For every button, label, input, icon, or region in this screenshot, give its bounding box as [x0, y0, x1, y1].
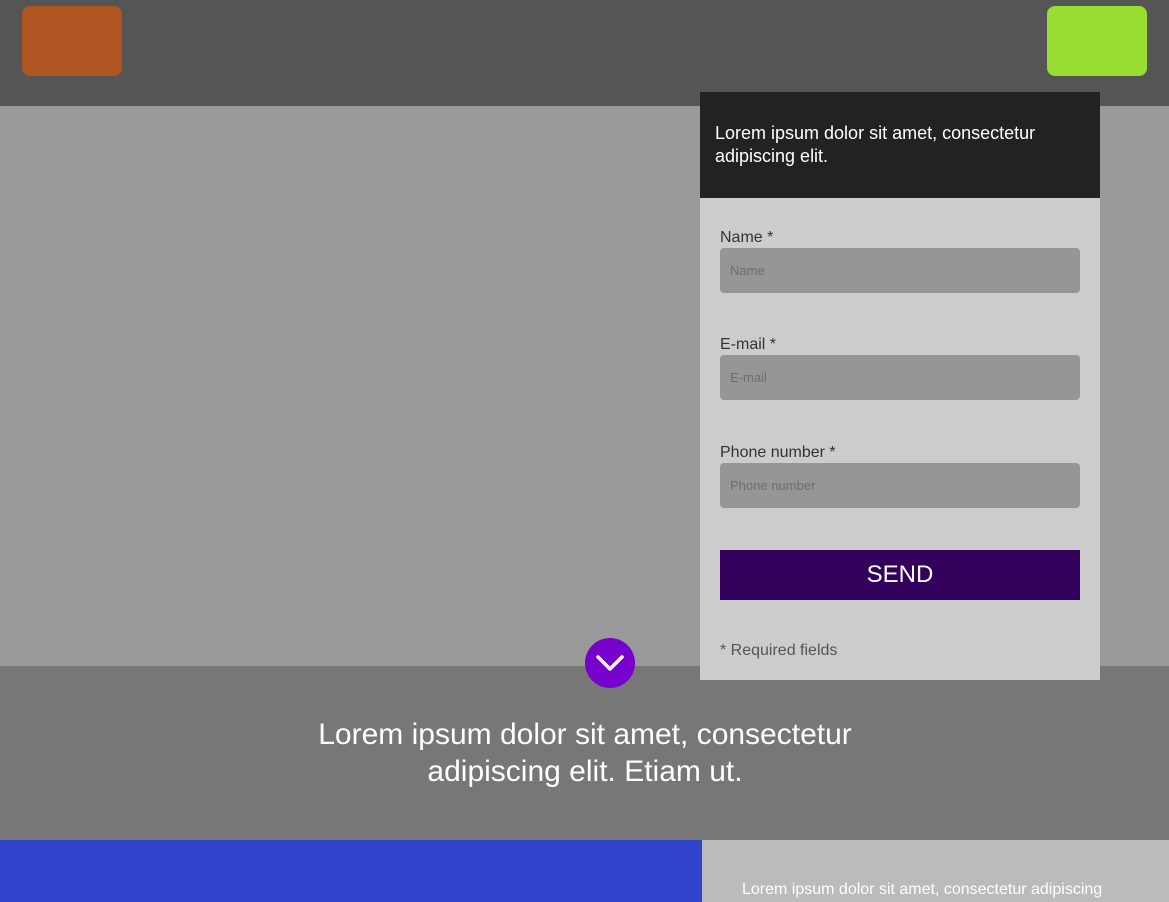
- header: [0, 0, 1169, 106]
- logo-block[interactable]: [22, 6, 122, 76]
- scroll-down-button[interactable]: [585, 638, 635, 688]
- phone-input[interactable]: [720, 463, 1080, 508]
- bottom-right-panel: Lorem ipsum dolor sit amet, consectetur …: [702, 840, 1169, 902]
- band-headline-text: Lorem ipsum dolor sit amet, consectetur …: [318, 718, 852, 788]
- name-label: Name *: [720, 229, 774, 246]
- required-fields-note: * Required fields: [720, 642, 838, 659]
- band-headline: Lorem ipsum dolor sit amet, consectetur …: [0, 716, 1169, 790]
- email-label: E-mail *: [720, 336, 777, 353]
- phone-label: Phone number *: [720, 444, 836, 461]
- bottom-left-panel: [0, 840, 702, 902]
- name-input[interactable]: [720, 248, 1080, 293]
- chevron-down-icon: [596, 655, 624, 671]
- contact-form-card: Lorem ipsum dolor sit amet, consectetur …: [700, 92, 1100, 680]
- bottom-right-text: Lorem ipsum dolor sit amet, consectetur …: [742, 881, 1103, 898]
- header-cta-button[interactable]: [1047, 6, 1147, 76]
- email-input[interactable]: [720, 355, 1080, 400]
- send-button[interactable]: SEND: [720, 550, 1080, 600]
- form-heading: Lorem ipsum dolor sit amet, consectetur …: [700, 92, 1100, 198]
- form-body: Name * E-mail * Phone number * SEND * Re…: [700, 229, 1100, 660]
